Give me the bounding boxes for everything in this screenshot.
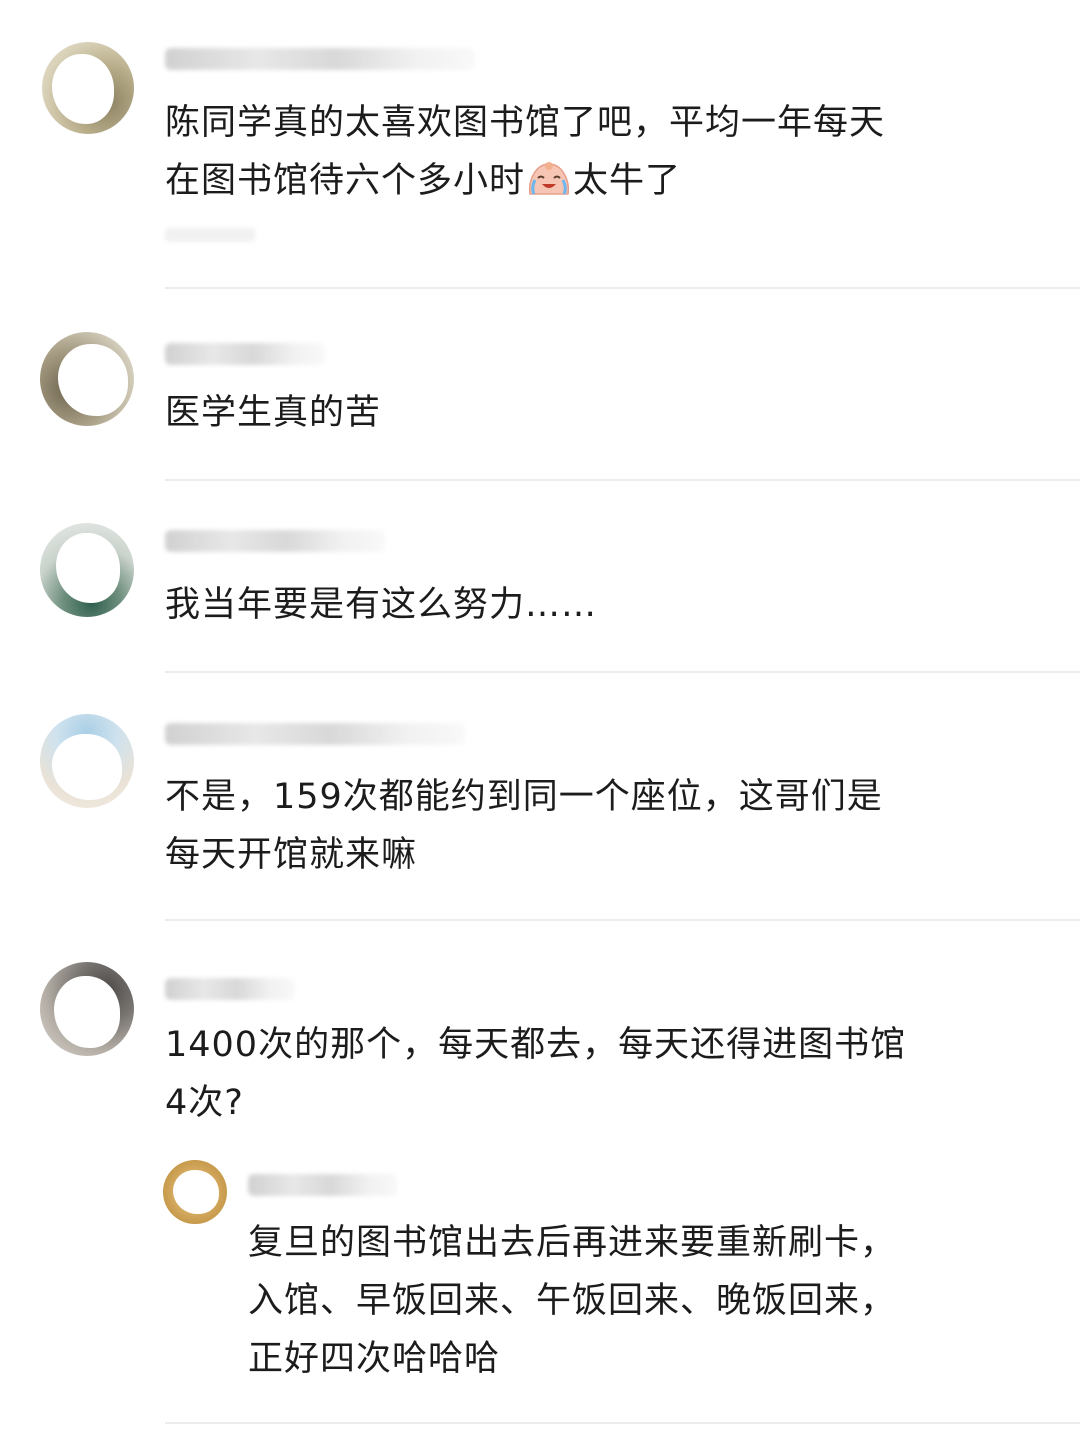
comment-text-part: 太牛了 [573, 161, 682, 201]
avatar[interactable] [40, 962, 134, 1056]
username-redacted[interactable] [165, 723, 465, 745]
divider [165, 671, 1080, 673]
username-redacted[interactable] [248, 1174, 398, 1196]
avatar[interactable] [163, 1160, 227, 1224]
reply-text: 复旦的图书馆出去后再进来要重新刷卡， 入馆、早饭回来、午饭回来、晚饭回来， 正好… [248, 1223, 897, 1379]
avatar[interactable] [40, 523, 134, 617]
divider [165, 479, 1080, 481]
comment-text: 不是，159次都能约到同一个座位，这哥们是 每天开馆就来嘛 [165, 777, 883, 875]
avatar[interactable] [40, 332, 134, 426]
timestamp-redacted [165, 228, 255, 242]
comment-text: 医学生真的苦 [165, 393, 382, 433]
crying-laughing-emoji-icon [528, 162, 570, 195]
username-redacted[interactable] [165, 530, 385, 552]
avatar[interactable] [42, 42, 134, 134]
divider [165, 287, 1080, 289]
comment-item: 陈同学真的太喜欢图书馆了吧，平均一年每天 在图书馆待六个多小时 太牛了 [0, 0, 1080, 290]
username-redacted[interactable] [165, 343, 325, 365]
comment-text-part: 陈同学真的太喜欢图书馆了吧，平均一年每天 在图书馆待六个多小时 [165, 103, 886, 201]
divider [165, 1422, 1080, 1424]
divider [165, 919, 1080, 921]
avatar[interactable] [40, 714, 134, 808]
username-redacted[interactable] [165, 48, 475, 70]
comment-text: 1400次的那个，每天都去，每天还得进图书馆 4次? [165, 1025, 907, 1123]
comment-text: 我当年要是有这么努力…… [165, 585, 598, 625]
comment-text: 陈同学真的太喜欢图书馆了吧，平均一年每天 在图书馆待六个多小时 太牛了 [165, 94, 1025, 210]
username-redacted[interactable] [165, 978, 295, 1000]
